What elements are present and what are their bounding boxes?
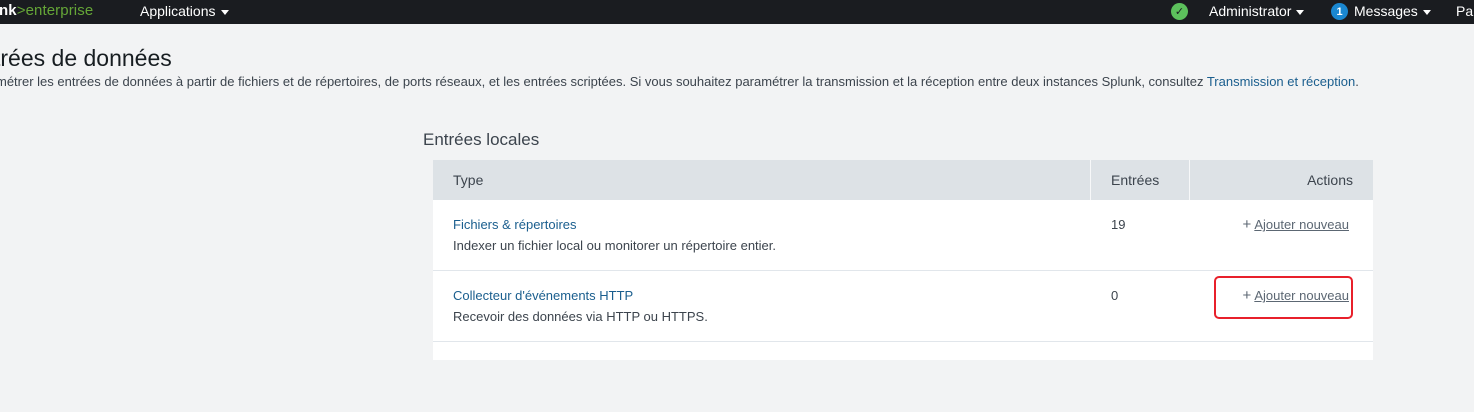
caret-down-icon [220,9,229,15]
local-inputs-table: Type Entrées Actions Fichiers & répertoi… [433,160,1373,360]
column-header-actions: Actions [1307,172,1353,188]
table-row [433,342,1373,412]
column-divider [1189,160,1190,200]
files-directories-link[interactable]: Fichiers & répertoires [453,217,577,232]
plus-icon: + [1242,216,1252,233]
table-header: Type Entrées Actions [433,160,1373,200]
page-description: métrer les entrées de données à partir d… [0,74,1359,89]
administrator-menu[interactable]: Administrator [1209,3,1305,19]
page-title: trées de données [0,45,172,71]
http-event-collector-link[interactable]: Collecteur d'événements HTTP [453,288,633,303]
description-text: métrer les entrées de données à partir d… [0,74,1207,89]
row-description: Recevoir des données via HTTP ou HTTPS. [453,309,708,324]
logo-suffix: >enterprise [16,2,94,19]
applications-label: Applications [140,3,216,19]
column-header-entries: Entrées [1111,172,1160,188]
highlight-annotation-box [1214,276,1353,319]
local-inputs-title: Entrées locales [423,130,540,149]
description-end: . [1355,74,1359,89]
column-header-type: Type [453,172,484,188]
row-description: Indexer un fichier local ou monitorer un… [453,238,777,253]
messages-count-badge[interactable]: 1 [1331,3,1348,20]
caret-down-icon [1296,9,1305,15]
add-new-button[interactable]: + Ajouter nouveau [1243,217,1349,232]
truncated-menu[interactable]: Pa [1456,3,1473,19]
table-row: Fichiers & répertoires Indexer un fichie… [433,200,1373,271]
row-entries-count: 0 [1111,288,1119,303]
applications-menu[interactable]: Applications [140,3,229,19]
row-entries-count: 19 [1111,217,1126,232]
add-new-label: Ajouter nouveau [1254,217,1349,232]
administrator-label: Administrator [1209,3,1292,19]
logo-prefix: nk [0,2,17,19]
caret-down-icon [1422,9,1431,15]
forwarding-receiving-link[interactable]: Transmission et réception [1207,74,1355,89]
messages-label: Messages [1354,3,1418,19]
top-navigation-bar: nk>enterprise Applications ✓ Administrat… [0,0,1474,24]
column-divider [1090,160,1091,200]
splunk-logo[interactable]: nk>enterprise [0,2,93,19]
check-circle-icon[interactable]: ✓ [1171,3,1188,20]
messages-menu[interactable]: Messages [1354,3,1431,19]
